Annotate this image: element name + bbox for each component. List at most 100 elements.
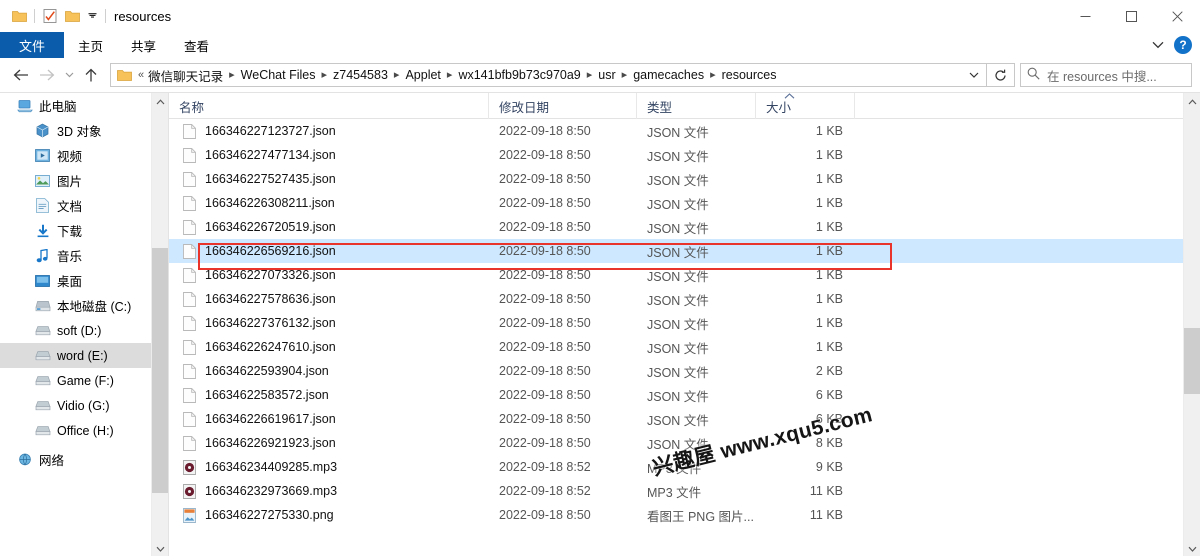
maximize-button[interactable] [1108, 0, 1154, 32]
file-size: 1 KB [815, 148, 843, 162]
refresh-button[interactable] [987, 63, 1015, 87]
tab-file[interactable]: 文件 [0, 32, 64, 58]
address-dropdown-icon[interactable] [964, 64, 984, 86]
minimize-button[interactable] [1062, 0, 1108, 32]
sidebar-scrollbar[interactable] [151, 93, 168, 556]
sidebar-item-soft-d[interactable]: soft (D:) [0, 318, 168, 343]
table-row[interactable]: 166346226619617.json 2022-09-18 8:50 JSO… [169, 407, 1200, 431]
file-name-cell: 16634622593904.json [169, 359, 489, 383]
breadcrumb-item-3[interactable]: Applet [405, 68, 440, 82]
table-row-selected[interactable]: 166346226569216.json 2022-09-18 8:50 JSO… [169, 239, 1200, 263]
breadcrumb-chevron-6[interactable]: ▸ [710, 69, 716, 81]
column-header-name[interactable]: 名称 [169, 93, 489, 119]
file-date: 2022-09-18 8:50 [499, 436, 591, 450]
scroll-up-icon[interactable] [152, 93, 168, 110]
up-button[interactable] [78, 62, 104, 88]
sidebar-item-downloads[interactable]: 下载 [0, 218, 168, 243]
computer-icon [16, 98, 33, 114]
sidebar-item-vidio-g[interactable]: Vidio (G:) [0, 393, 168, 418]
sidebar-item-music[interactable]: 音乐 [0, 243, 168, 268]
breadcrumb-item-7[interactable]: resources [722, 68, 777, 82]
table-row[interactable]: 16634622583572.json 2022-09-18 8:50 JSON… [169, 383, 1200, 407]
column-header-size[interactable]: 大小 [756, 93, 855, 119]
chevron-down-icon[interactable] [1148, 34, 1168, 56]
table-row[interactable]: 166346232973669.mp3 2022-09-18 8:52 MP3 … [169, 479, 1200, 503]
table-row[interactable]: 166346226308211.json 2022-09-18 8:50 JSO… [169, 191, 1200, 215]
breadcrumb-chevron-1[interactable]: ▸ [321, 69, 327, 81]
breadcrumb-overflow[interactable]: « [138, 69, 144, 81]
breadcrumb-item-0[interactable]: 微信聊天记录 [148, 66, 223, 85]
address-bar[interactable]: « 微信聊天记录 ▸ WeChat Files ▸ z7454583 ▸ App… [110, 63, 987, 87]
sidebar-item-label: 此电脑 [39, 100, 77, 114]
search-box[interactable]: 在 resources 中搜... [1020, 63, 1192, 87]
breadcrumb-chevron-5[interactable]: ▸ [622, 69, 628, 81]
table-row[interactable]: 166346226720519.json 2022-09-18 8:50 JSO… [169, 215, 1200, 239]
json-file-icon [181, 387, 197, 403]
breadcrumb-item-5[interactable]: usr [598, 68, 615, 82]
table-row[interactable]: 166346227578636.json 2022-09-18 8:50 JSO… [169, 287, 1200, 311]
sidebar-item-label: 网络 [39, 454, 65, 468]
sidebar-item-documents[interactable]: 文档 [0, 193, 168, 218]
sidebar-item-game-f[interactable]: Game (F:) [0, 368, 168, 393]
table-row[interactable]: 166346227123727.json 2022-09-18 8:50 JSO… [169, 119, 1200, 143]
table-row[interactable]: 166346227477134.json 2022-09-18 8:50 JSO… [169, 143, 1200, 167]
table-row[interactable]: 166346227376132.json 2022-09-18 8:50 JSO… [169, 311, 1200, 335]
table-row[interactable]: 16634622593904.json 2022-09-18 8:50 JSON… [169, 359, 1200, 383]
table-row[interactable]: 166346227527435.json 2022-09-18 8:50 JSO… [169, 167, 1200, 191]
breadcrumb-chevron-0[interactable]: ▸ [229, 69, 235, 81]
scroll-down-icon[interactable] [152, 540, 168, 556]
scroll-down-icon[interactable] [1184, 540, 1200, 556]
sidebar-item-network[interactable]: 网络 [0, 447, 168, 472]
breadcrumb-chevron-3[interactable]: ▸ [447, 69, 453, 81]
scroll-up-icon[interactable] [1184, 93, 1200, 110]
sidebar-item-office-h[interactable]: Office (H:) [0, 418, 168, 443]
mp3-file-icon [181, 483, 197, 499]
tab-share[interactable]: 共享 [117, 32, 170, 58]
tab-home[interactable]: 主页 [64, 32, 117, 58]
table-row[interactable]: 166346227073326.json 2022-09-18 8:50 JSO… [169, 263, 1200, 287]
sidebar-item-word-e[interactable]: word (E:) [0, 343, 168, 368]
breadcrumb-item-1[interactable]: WeChat Files [241, 68, 316, 82]
column-header-date[interactable]: 修改日期 [489, 93, 637, 119]
file-date: 2022-09-18 8:50 [499, 292, 591, 306]
new-folder-icon[interactable] [61, 5, 83, 27]
sidebar-item-desktop[interactable]: 桌面 [0, 268, 168, 293]
qat-separator-2 [105, 9, 106, 23]
close-button[interactable] [1154, 0, 1200, 32]
breadcrumb-chevron-2[interactable]: ▸ [394, 69, 400, 81]
navigation-pane: 此电脑 3D 对象 视频 图片 文档 下载 音乐 桌面 本地磁盘 (C:) so… [0, 93, 168, 556]
sidebar-scrollbar-thumb[interactable] [152, 248, 168, 493]
sidebar-item-local-disk-c[interactable]: 本地磁盘 (C:) [0, 293, 168, 318]
sidebar-item-3d-objects[interactable]: 3D 对象 [0, 118, 168, 143]
drive-icon [34, 348, 51, 364]
breadcrumb-item-2[interactable]: z7454583 [333, 68, 388, 82]
properties-icon[interactable] [39, 5, 61, 27]
breadcrumb-chevron-4[interactable]: ▸ [587, 69, 593, 81]
breadcrumb-item-4[interactable]: wx141bfb9b73c970a9 [458, 68, 580, 82]
column-header-type[interactable]: 类型 [637, 93, 756, 119]
file-name-cell: 166346227123727.json [169, 119, 489, 143]
forward-button[interactable] [34, 62, 60, 88]
table-row[interactable]: 166346227275330.png 2022-09-18 8:50 看图王 … [169, 503, 1200, 527]
file-size: 11 KB [809, 508, 843, 522]
breadcrumb-item-6[interactable]: gamecaches [633, 68, 704, 82]
customize-dropdown-icon[interactable] [83, 5, 101, 27]
file-name: 166346227578636.json [205, 292, 336, 306]
file-list-scrollbar[interactable] [1183, 93, 1200, 556]
folder-icon[interactable] [8, 5, 30, 27]
help-button[interactable]: ? [1174, 36, 1192, 54]
tab-view[interactable]: 查看 [170, 32, 223, 58]
file-list-scrollbar-thumb[interactable] [1184, 328, 1200, 394]
sidebar-item-label: 下载 [57, 225, 83, 239]
system-drive-icon [34, 298, 51, 314]
png-file-icon [181, 507, 197, 523]
back-button[interactable] [8, 62, 34, 88]
sidebar-item-pictures[interactable]: 图片 [0, 168, 168, 193]
sidebar-item-videos[interactable]: 视频 [0, 143, 168, 168]
table-row[interactable]: 166346226247610.json 2022-09-18 8:50 JSO… [169, 335, 1200, 359]
file-size: 11 KB [809, 484, 843, 498]
window-title: resources [114, 8, 172, 24]
sidebar-item-this-pc[interactable]: 此电脑 [0, 93, 168, 118]
search-input[interactable]: 在 resources 中搜... [1047, 66, 1157, 85]
recent-locations-button[interactable] [60, 62, 78, 88]
